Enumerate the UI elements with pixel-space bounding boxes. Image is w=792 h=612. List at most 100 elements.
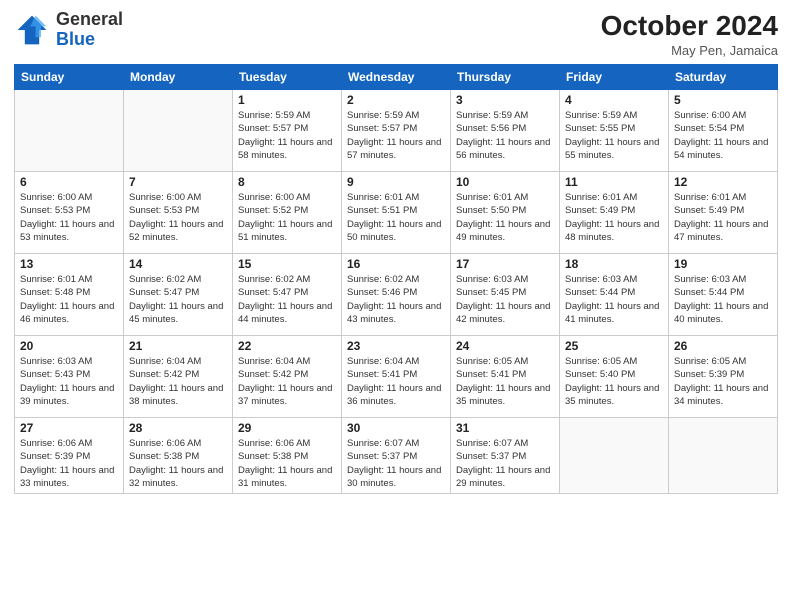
day-number: 12	[674, 175, 772, 189]
table-row: 7 Sunrise: 6:00 AMSunset: 5:53 PMDaylight…	[124, 172, 233, 254]
day-number: 1	[238, 93, 336, 107]
table-row: 9 Sunrise: 6:01 AMSunset: 5:51 PMDaylight…	[342, 172, 451, 254]
day-info: Sunrise: 6:02 AMSunset: 5:47 PMDaylight:…	[238, 273, 336, 326]
day-number: 6	[20, 175, 118, 189]
day-number: 13	[20, 257, 118, 271]
table-row	[560, 418, 669, 494]
day-info: Sunrise: 5:59 AMSunset: 5:56 PMDaylight:…	[456, 109, 554, 162]
logo-general: General	[56, 9, 123, 29]
logo-icon	[14, 12, 50, 48]
day-info: Sunrise: 6:05 AMSunset: 5:40 PMDaylight:…	[565, 355, 663, 408]
day-number: 10	[456, 175, 554, 189]
table-row: 23Sunrise: 6:04 AMSunset: 5:41 PMDayligh…	[342, 336, 451, 418]
table-row	[124, 90, 233, 172]
day-info: Sunrise: 5:59 AMSunset: 5:57 PMDaylight:…	[347, 109, 445, 162]
day-info: Sunrise: 6:04 AMSunset: 5:42 PMDaylight:…	[129, 355, 227, 408]
day-number: 16	[347, 257, 445, 271]
day-number: 30	[347, 421, 445, 435]
day-number: 3	[456, 93, 554, 107]
header-sunday: Sunday	[15, 65, 124, 90]
header-monday: Monday	[124, 65, 233, 90]
weekday-row: Sunday Monday Tuesday Wednesday Thursday…	[15, 65, 778, 90]
table-row: 27 Sunrise: 6:06 AMSunset: 5:39 PMDayligh…	[15, 418, 124, 494]
table-row: 8 Sunrise: 6:00 AMSunset: 5:52 PMDaylight…	[233, 172, 342, 254]
logo: General Blue	[14, 10, 123, 50]
day-info: Sunrise: 6:01 AMSunset: 5:50 PMDaylight:…	[456, 191, 554, 244]
table-row: 18Sunrise: 6:03 AMSunset: 5:44 PMDayligh…	[560, 254, 669, 336]
day-info: Sunrise: 6:03 AMSunset: 5:44 PMDaylight:…	[565, 273, 663, 326]
header-thursday: Thursday	[451, 65, 560, 90]
table-row: 2 Sunrise: 5:59 AMSunset: 5:57 PMDaylight…	[342, 90, 451, 172]
table-row: 31Sunrise: 6:07 AMSunset: 5:37 PMDayligh…	[451, 418, 560, 494]
day-number: 9	[347, 175, 445, 189]
day-number: 14	[129, 257, 227, 271]
day-info: Sunrise: 6:05 AMSunset: 5:41 PMDaylight:…	[456, 355, 554, 408]
day-info: Sunrise: 6:01 AMSunset: 5:49 PMDaylight:…	[674, 191, 772, 244]
day-info: Sunrise: 6:02 AMSunset: 5:47 PMDaylight:…	[129, 273, 227, 326]
day-info: Sunrise: 6:00 AMSunset: 5:52 PMDaylight:…	[238, 191, 336, 244]
day-info: Sunrise: 6:00 AMSunset: 5:53 PMDaylight:…	[129, 191, 227, 244]
table-row: 13 Sunrise: 6:01 AMSunset: 5:48 PMDayligh…	[15, 254, 124, 336]
table-row: 17 Sunrise: 6:03 AMSunset: 5:45 PMDayligh…	[451, 254, 560, 336]
day-info: Sunrise: 6:02 AMSunset: 5:46 PMDaylight:…	[347, 273, 445, 326]
day-number: 4	[565, 93, 663, 107]
table-row: 30 Sunrise: 6:07 AMSunset: 5:37 PMDayligh…	[342, 418, 451, 494]
calendar-header: Sunday Monday Tuesday Wednesday Thursday…	[15, 65, 778, 90]
table-row: 6 Sunrise: 6:00 AMSunset: 5:53 PMDaylight…	[15, 172, 124, 254]
day-number: 19	[674, 257, 772, 271]
calendar-body: 1 Sunrise: 5:59 AMSunset: 5:57 PMDaylight…	[15, 90, 778, 494]
table-row: 10 Sunrise: 6:01 AMSunset: 5:50 PMDayligh…	[451, 172, 560, 254]
day-info: Sunrise: 6:00 AMSunset: 5:54 PMDaylight:…	[674, 109, 772, 162]
table-row: 28Sunrise: 6:06 AMSunset: 5:38 PMDayligh…	[124, 418, 233, 494]
day-number: 26	[674, 339, 772, 353]
day-number: 11	[565, 175, 663, 189]
day-number: 25	[565, 339, 663, 353]
day-info: Sunrise: 6:01 AMSunset: 5:51 PMDaylight:…	[347, 191, 445, 244]
day-number: 17	[456, 257, 554, 271]
table-row: 22Sunrise: 6:04 AMSunset: 5:42 PMDayligh…	[233, 336, 342, 418]
day-info: Sunrise: 6:03 AMSunset: 5:45 PMDaylight:…	[456, 273, 554, 326]
day-number: 15	[238, 257, 336, 271]
month-title: October 2024	[601, 10, 778, 42]
day-info: Sunrise: 5:59 AMSunset: 5:57 PMDaylight:…	[238, 109, 336, 162]
table-row: 21 Sunrise: 6:04 AMSunset: 5:42 PMDayligh…	[124, 336, 233, 418]
day-number: 2	[347, 93, 445, 107]
table-row: 24Sunrise: 6:05 AMSunset: 5:41 PMDayligh…	[451, 336, 560, 418]
day-info: Sunrise: 6:03 AMSunset: 5:44 PMDaylight:…	[674, 273, 772, 326]
header-saturday: Saturday	[669, 65, 778, 90]
day-info: Sunrise: 6:07 AMSunset: 5:37 PMDaylight:…	[456, 437, 554, 490]
day-info: Sunrise: 6:03 AMSunset: 5:43 PMDaylight:…	[20, 355, 118, 408]
table-row	[669, 418, 778, 494]
table-row: 14 Sunrise: 6:02 AMSunset: 5:47 PMDayligh…	[124, 254, 233, 336]
table-row: 29Sunrise: 6:06 AMSunset: 5:38 PMDayligh…	[233, 418, 342, 494]
table-row: 1 Sunrise: 5:59 AMSunset: 5:57 PMDaylight…	[233, 90, 342, 172]
day-info: Sunrise: 6:06 AMSunset: 5:38 PMDaylight:…	[129, 437, 227, 490]
table-row: 15 Sunrise: 6:02 AMSunset: 5:47 PMDayligh…	[233, 254, 342, 336]
table-row: 25 Sunrise: 6:05 AMSunset: 5:40 PMDayligh…	[560, 336, 669, 418]
calendar-page: General Blue October 2024 May Pen, Jamai…	[0, 0, 792, 612]
table-row: 3 Sunrise: 5:59 AMSunset: 5:56 PMDaylight…	[451, 90, 560, 172]
day-info: Sunrise: 5:59 AMSunset: 5:55 PMDaylight:…	[565, 109, 663, 162]
day-info: Sunrise: 6:06 AMSunset: 5:38 PMDaylight:…	[238, 437, 336, 490]
header: General Blue October 2024 May Pen, Jamai…	[14, 10, 778, 58]
logo-blue: Blue	[56, 29, 95, 49]
table-row	[15, 90, 124, 172]
day-number: 27	[20, 421, 118, 435]
day-number: 21	[129, 339, 227, 353]
header-friday: Friday	[560, 65, 669, 90]
day-number: 8	[238, 175, 336, 189]
day-number: 5	[674, 93, 772, 107]
day-info: Sunrise: 6:07 AMSunset: 5:37 PMDaylight:…	[347, 437, 445, 490]
day-info: Sunrise: 6:04 AMSunset: 5:42 PMDaylight:…	[238, 355, 336, 408]
day-info: Sunrise: 6:06 AMSunset: 5:39 PMDaylight:…	[20, 437, 118, 490]
day-info: Sunrise: 6:01 AMSunset: 5:48 PMDaylight:…	[20, 273, 118, 326]
table-row: 12 Sunrise: 6:01 AMSunset: 5:49 PMDayligh…	[669, 172, 778, 254]
day-number: 20	[20, 339, 118, 353]
calendar-table: Sunday Monday Tuesday Wednesday Thursday…	[14, 64, 778, 494]
table-row: 5 Sunrise: 6:00 AMSunset: 5:54 PMDaylight…	[669, 90, 778, 172]
day-number: 23	[347, 339, 445, 353]
table-row: 11Sunrise: 6:01 AMSunset: 5:49 PMDayligh…	[560, 172, 669, 254]
day-number: 7	[129, 175, 227, 189]
day-info: Sunrise: 6:00 AMSunset: 5:53 PMDaylight:…	[20, 191, 118, 244]
table-row: 4 Sunrise: 5:59 AMSunset: 5:55 PMDaylight…	[560, 90, 669, 172]
